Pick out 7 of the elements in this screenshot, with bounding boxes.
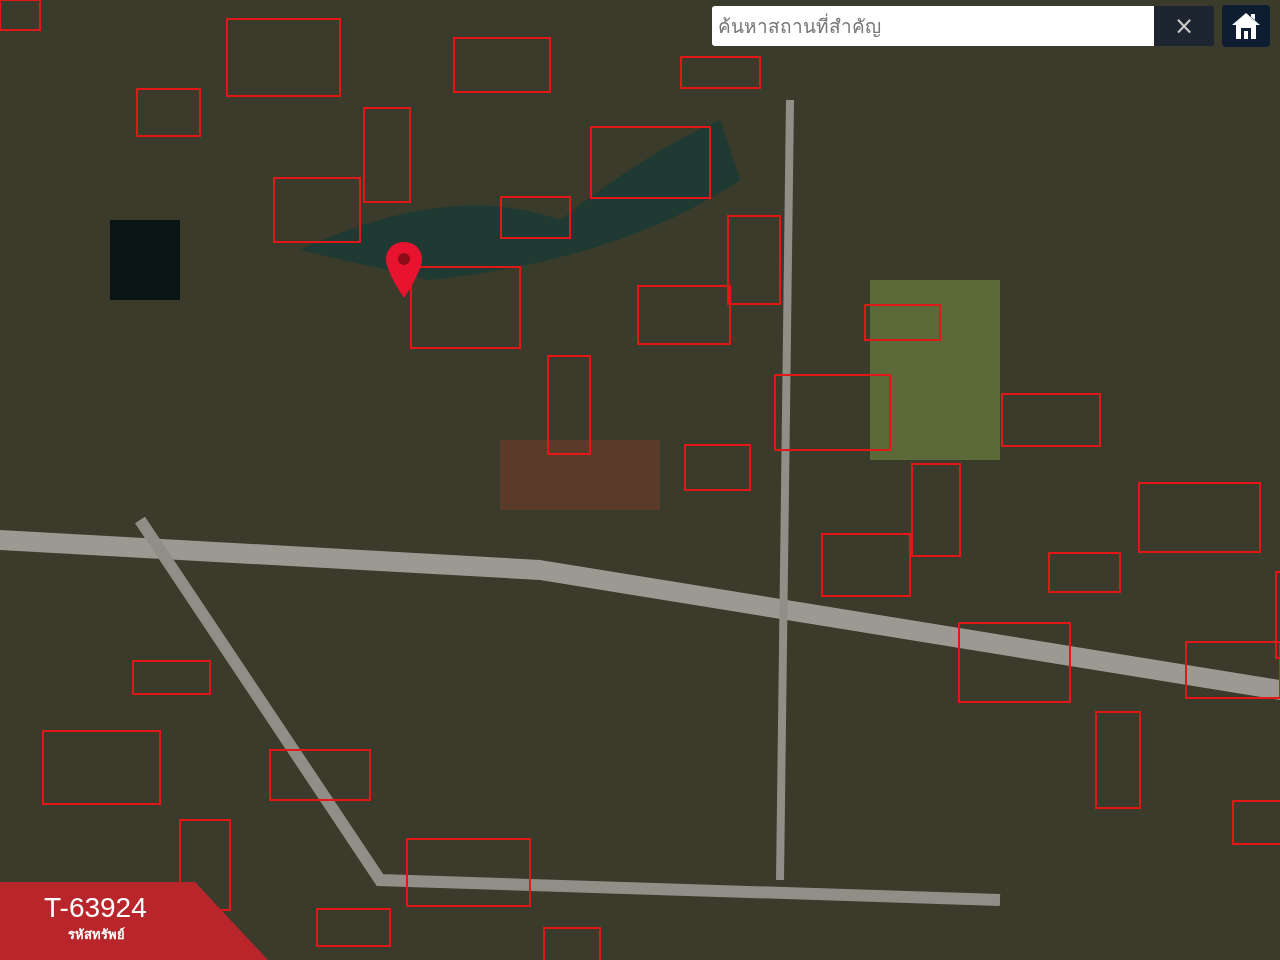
property-code-caption: รหัสทรัพย์ bbox=[68, 926, 125, 944]
clear-button[interactable]: × bbox=[1154, 6, 1214, 46]
home-button[interactable] bbox=[1222, 5, 1270, 47]
search-field[interactable]: ค้นหาสถานที่สำคัญ bbox=[712, 6, 1154, 46]
property-code: T-63924 bbox=[44, 892, 147, 924]
home-icon bbox=[1230, 10, 1262, 42]
satellite-map-drawing[interactable] bbox=[0, 0, 1280, 960]
